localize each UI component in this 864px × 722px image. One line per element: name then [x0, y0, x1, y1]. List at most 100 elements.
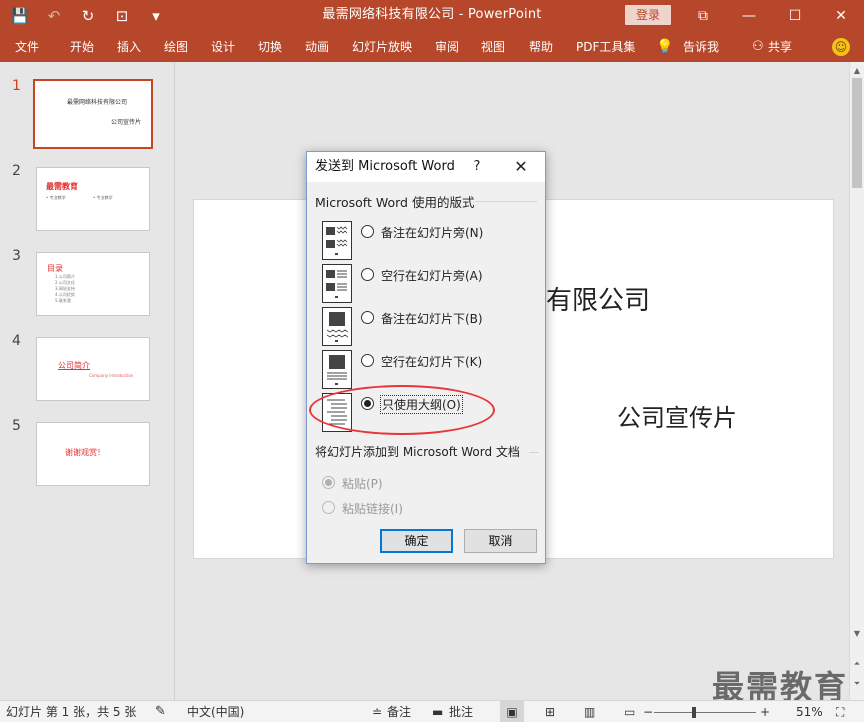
redo-icon[interactable]: ↻	[78, 6, 98, 26]
slide-sorter-icon[interactable]: ⊞	[545, 701, 555, 722]
ribbon-tab[interactable]: 视图	[481, 32, 505, 62]
option-notes-below-slides-label[interactable]: 备注在幻灯片下(B)	[381, 310, 483, 327]
next-slide-icon[interactable]: ⏷	[850, 677, 864, 691]
thumbnail-text: Company introduction	[89, 373, 134, 378]
radio-paste[interactable]	[322, 476, 335, 489]
ribbon-tab[interactable]: 插入	[117, 32, 141, 62]
undo-icon[interactable]: ↶	[44, 6, 64, 26]
share-icon: ⚇	[752, 39, 764, 54]
present-from-start-icon[interactable]: ⊡	[112, 6, 132, 26]
thumbnail-text: 公司宣传片	[111, 119, 142, 126]
ribbon-tab[interactable]: 开始	[70, 32, 94, 62]
radio-notes-next-to-slides[interactable]	[361, 225, 374, 238]
slide-thumbnail-pane: 1 最需网络科技有限公司 公司宣传片 2 最需教育 • 专业教学 • 专业教学 …	[0, 62, 175, 700]
scroll-down-icon[interactable]: ▼	[850, 627, 864, 641]
ok-button[interactable]: 确定	[380, 529, 453, 553]
zoom-level[interactable]: 51%	[796, 701, 823, 722]
help-icon[interactable]: ?	[467, 152, 487, 182]
ribbon-tab[interactable]: 帮助	[529, 32, 553, 62]
annotation-highlight-ring	[309, 385, 495, 435]
blank-lines-next-to-slides-icon	[322, 264, 352, 303]
ribbon-tab[interactable]: 设计	[211, 32, 235, 62]
spelling-icon[interactable]: ✎	[155, 701, 166, 722]
reading-view-icon[interactable]: ▥	[584, 701, 595, 722]
title-bar: 💾 ↶ ↻ ⊡ ▾ 最需网络科技有限公司 - PowerPoint 登录 ⧉ —…	[0, 0, 864, 32]
paste-option-label[interactable]: 粘贴(P)	[342, 475, 383, 492]
option-blank-lines-next-to-slides-label[interactable]: 空行在幻灯片旁(A)	[381, 267, 483, 284]
vertical-scrollbar[interactable]: ▲ ▼ ⏶ ⏷	[849, 62, 864, 700]
ribbon-tab[interactable]: 绘图	[164, 32, 188, 62]
notes-below-slides-icon	[322, 307, 352, 346]
language-status[interactable]: 中文(中国)	[187, 701, 244, 722]
close-icon[interactable]: ✕	[818, 0, 864, 32]
cancel-button[interactable]: 取消	[464, 529, 537, 553]
send-to-word-dialog: 发送到 Microsoft Word ? ✕ Microsoft Word 使用…	[306, 151, 546, 564]
slide-count-status: 幻灯片 第 1 张，共 5 张	[6, 705, 137, 719]
layout-group-label: Microsoft Word 使用的版式	[315, 195, 475, 210]
ribbon-tab[interactable]: PDF工具集	[576, 32, 635, 62]
maximize-icon[interactable]: ☐	[772, 0, 818, 32]
thumbnail-number: 2	[12, 163, 21, 179]
zoom-slider-track[interactable]	[654, 712, 756, 713]
ribbon-display-icon[interactable]: ⧉	[680, 0, 726, 32]
dialog-title: 发送到 Microsoft Word	[315, 159, 455, 174]
zoom-in-button[interactable]: +	[760, 701, 770, 722]
radio-paste-link[interactable]	[322, 501, 335, 514]
thumbnail-text: 最需网络科技有限公司	[67, 99, 128, 106]
comments-button[interactable]: 批注	[449, 701, 473, 722]
radio-blank-lines-next-to-slides[interactable]	[361, 268, 374, 281]
slideshow-view-icon[interactable]: ▭	[624, 701, 635, 722]
minimize-icon[interactable]: —	[726, 0, 772, 32]
paste-link-option-label[interactable]: 粘贴链接(I)	[342, 500, 403, 517]
save-icon[interactable]: 💾	[10, 6, 30, 26]
comments-icon[interactable]: ▬	[432, 701, 443, 722]
ribbon-tabs: 文件 开始 插入 绘图 设计 切换 动画 幻灯片放映 审阅 视图 帮助 PDF工具集 💡 告诉我 ⚇ …	[0, 32, 864, 62]
normal-view-icon[interactable]: ▣	[500, 701, 524, 722]
radio-blank-lines-below-slides[interactable]	[361, 354, 374, 367]
previous-slide-icon[interactable]: ⏶	[850, 657, 864, 671]
dialog-close-icon[interactable]: ✕	[505, 152, 537, 182]
ribbon-tab[interactable]: 审阅	[435, 32, 459, 62]
customize-qat-icon[interactable]: ▾	[146, 6, 166, 26]
thumbnail-text: 谢谢观赏！	[65, 448, 105, 457]
ribbon-tab[interactable]: 动画	[305, 32, 329, 62]
notes-icon[interactable]: ≐	[372, 701, 382, 722]
group-divider	[529, 452, 539, 453]
thumbnail-number: 1	[12, 78, 21, 94]
radio-notes-below-slides[interactable]	[361, 311, 374, 324]
thumbnail-number: 4	[12, 333, 21, 349]
zoom-out-button[interactable]: −	[643, 701, 653, 722]
option-notes-next-to-slides-label[interactable]: 备注在幻灯片旁(N)	[381, 224, 483, 241]
login-button[interactable]: 登录	[625, 5, 671, 25]
ribbon-tab[interactable]: 幻灯片放映	[352, 32, 412, 62]
blank-lines-below-slides-icon	[322, 350, 352, 389]
notes-button[interactable]: 备注	[387, 701, 411, 722]
scrollbar-thumb[interactable]	[852, 78, 862, 188]
ribbon-tab[interactable]: 文件	[15, 32, 39, 62]
notes-next-to-slides-icon	[322, 221, 352, 260]
slide-title-text[interactable]: 有限公司	[546, 280, 650, 317]
feedback-smiley-icon[interactable]: ☺	[832, 38, 850, 56]
slide-thumbnail-3[interactable]: 目录 1.公司简介 2.公司文化 3.网站支持 4.公司优势 5.联系我	[36, 252, 150, 316]
scroll-up-icon[interactable]: ▲	[850, 64, 864, 78]
thumbnail-text: • 专业教学	[46, 195, 66, 200]
group-divider	[475, 201, 537, 202]
share-button[interactable]: 共享	[768, 32, 792, 62]
zoom-slider-handle[interactable]	[692, 707, 696, 718]
slide-subtitle-text[interactable]: 公司宣传片	[617, 398, 737, 433]
quick-access-toolbar: 💾 ↶ ↻ ⊡ ▾	[10, 0, 166, 32]
thumbnail-text: 公司简介	[58, 361, 90, 370]
lightbulb-icon: 💡	[656, 39, 674, 55]
thumbnail-number: 5	[12, 418, 21, 434]
slide-thumbnail-5[interactable]: 谢谢观赏！	[36, 422, 150, 486]
option-blank-lines-below-slides-label[interactable]: 空行在幻灯片下(K)	[381, 353, 482, 370]
slide-thumbnail-2[interactable]: 最需教育 • 专业教学 • 专业教学	[36, 167, 150, 231]
thumbnail-number: 3	[12, 248, 21, 264]
thumbnail-text: 目录	[47, 264, 63, 273]
slide-thumbnail-4[interactable]: 公司简介 Company introduction	[36, 337, 150, 401]
add-slides-group-label: 将幻灯片添加到 Microsoft Word 文档	[315, 445, 520, 459]
fit-to-window-icon[interactable]: ⛶	[836, 701, 844, 722]
slide-thumbnail-1[interactable]: 最需网络科技有限公司 公司宣传片	[33, 79, 153, 149]
ribbon-tab[interactable]: 切换	[258, 32, 282, 62]
tell-me-search[interactable]: 告诉我	[683, 32, 719, 62]
